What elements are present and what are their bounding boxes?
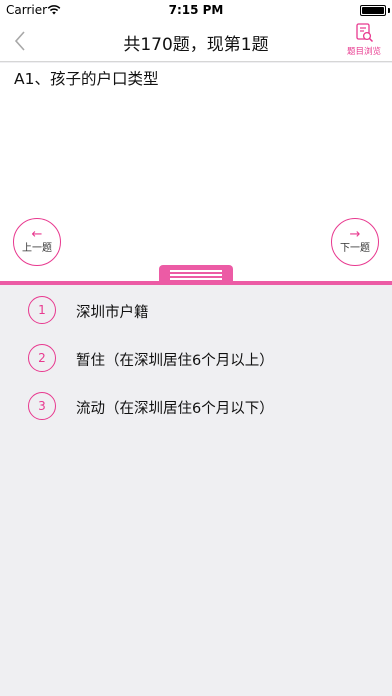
option-item[interactable]: 1 深圳市户籍 xyxy=(28,296,358,326)
option-item[interactable]: 3 流动（在深圳居住6个月以下） xyxy=(28,392,358,422)
document-search-icon xyxy=(356,23,374,43)
question-browse-label: 题目浏览 xyxy=(346,47,381,57)
question-browse-button[interactable]: 题目浏览 xyxy=(342,22,386,60)
battery-tip xyxy=(388,8,390,13)
option-item[interactable]: 2 暂住（在深圳居住6个月以上） xyxy=(28,344,358,374)
option-text: 暂住（在深圳居住6个月以上） xyxy=(76,353,274,369)
option-text: 深圳市户籍 xyxy=(76,305,149,321)
next-question-label: 下一题 xyxy=(340,243,370,254)
handle-line xyxy=(170,274,222,276)
status-bar: Carrier 7:15 PM xyxy=(0,0,392,20)
option-number: 1 xyxy=(28,296,56,324)
previous-question-button[interactable]: ← 上一题 xyxy=(13,218,61,266)
option-number: 3 xyxy=(28,392,56,420)
arrow-left-icon: ← xyxy=(31,227,43,242)
handle-line xyxy=(170,270,222,272)
handle-line xyxy=(170,278,222,280)
page-title: 共170题，现第1题 xyxy=(123,35,269,55)
drag-handle[interactable] xyxy=(159,265,233,283)
navigation-bar: 共170题，现第1题 题目浏览 xyxy=(0,20,392,62)
question-text: A1、孩子的户口类型 xyxy=(14,70,159,88)
arrow-right-icon: → xyxy=(349,227,361,242)
previous-question-label: 上一题 xyxy=(22,243,52,254)
option-number: 2 xyxy=(28,344,56,372)
next-question-button[interactable]: → 下一题 xyxy=(331,218,379,266)
battery-icon xyxy=(360,5,386,16)
option-text: 流动（在深圳居住6个月以下） xyxy=(76,401,274,417)
clock: 7:15 PM xyxy=(168,3,224,17)
